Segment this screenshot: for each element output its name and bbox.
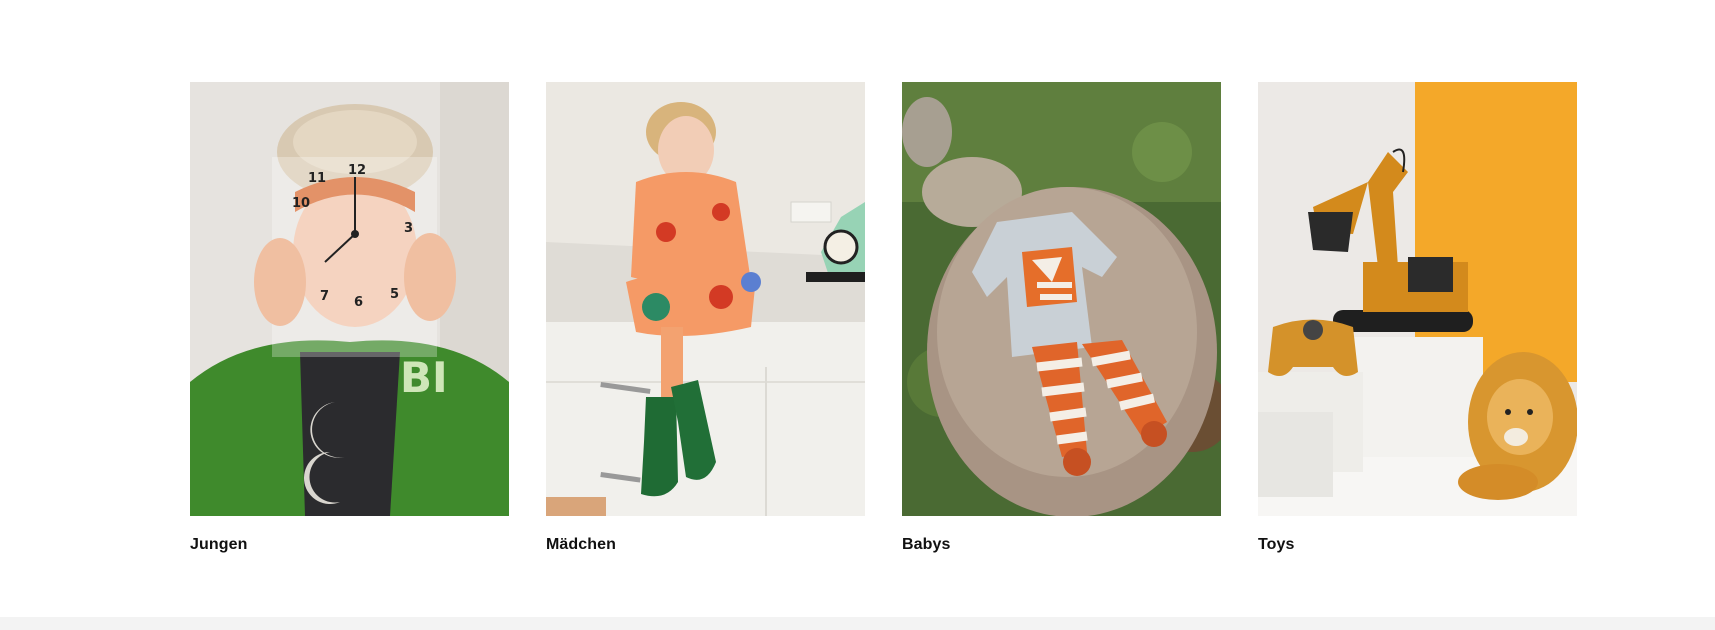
svg-text:10: 10 [292,196,310,211]
jungen-photo: BI 121110 387 65 [190,82,509,516]
category-card-maedchen[interactable]: Mädchen [546,82,865,553]
babys-photo [902,82,1221,516]
footer-divider [0,617,1715,630]
maedchen-photo [546,82,865,516]
svg-text:3: 3 [404,221,413,236]
svg-text:6: 6 [354,295,363,310]
category-card-babys[interactable]: Babys [902,82,1221,553]
category-label-babys: Babys [902,536,951,553]
svg-text:12: 12 [348,163,366,178]
category-label-maedchen: Mädchen [546,536,617,553]
category-grid: BI 121110 387 65 [190,82,1577,562]
svg-text:5: 5 [390,287,399,302]
category-label-toys: Toys [1258,536,1295,553]
svg-text:11: 11 [308,171,326,186]
svg-text:BI: BI [400,353,448,402]
toys-photo [1258,82,1577,516]
svg-text:7: 7 [320,289,329,304]
category-card-jungen[interactable]: BI 121110 387 65 [190,82,509,553]
category-card-toys[interactable]: Toys [1258,82,1577,553]
category-label-jungen: Jungen [190,536,248,553]
